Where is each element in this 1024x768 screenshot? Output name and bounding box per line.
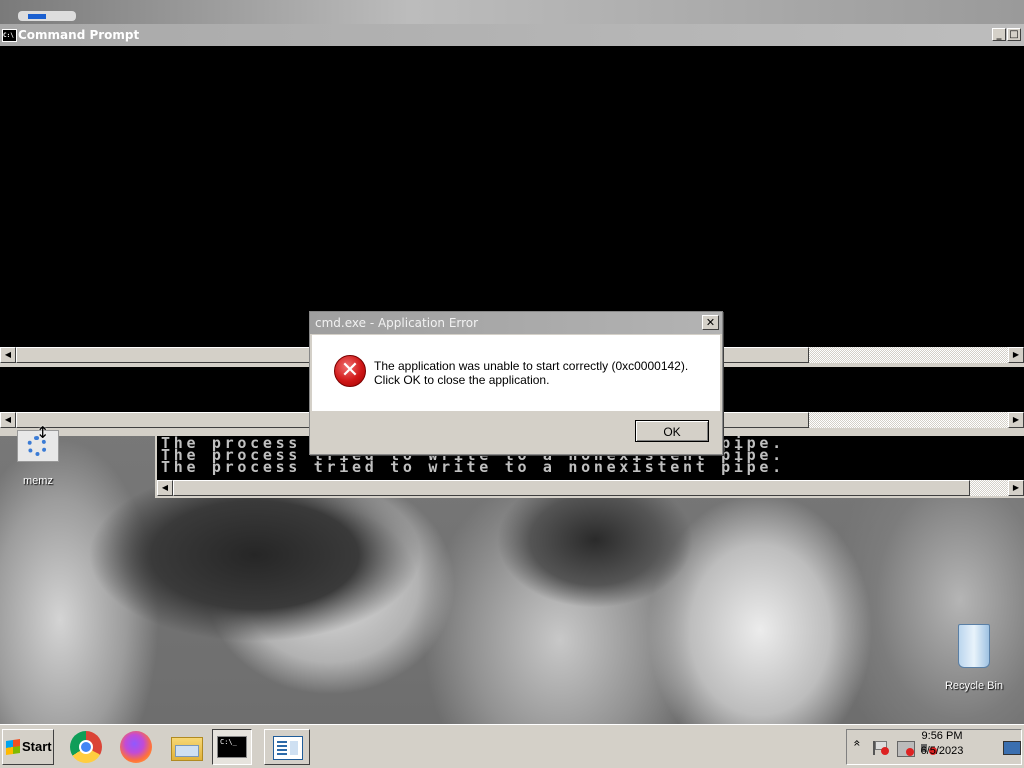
firefox-icon[interactable] [116, 729, 156, 765]
console-area [0, 46, 1024, 347]
marker-icon [18, 11, 76, 21]
dialog-titlebar[interactable]: cmd.exe - Application Error ✕ [310, 312, 722, 334]
maximize-button[interactable]: □ [1007, 28, 1021, 41]
horizontal-scrollbar[interactable]: ◀ [157, 480, 1022, 496]
command-prompt-icon[interactable]: C:\_ [212, 729, 252, 765]
scroll-left-button[interactable]: ◀ [0, 412, 16, 428]
recycle-bin-label: Recycle Bin [944, 680, 1004, 692]
file-explorer-icon[interactable] [166, 729, 206, 765]
clock-time: 9:56 PM [921, 730, 963, 742]
error-icon: ✕ [334, 355, 366, 387]
resize-cursor-icon: ↕ [36, 423, 50, 442]
scroll-left-button[interactable]: ◀ [157, 480, 173, 496]
scroll-right-button[interactable]: ▶ [1008, 412, 1024, 428]
dialog-close-button[interactable]: ✕ [702, 315, 719, 330]
taskbar: Start C:\_ » 9:56 PM 6/5/2023 [0, 724, 1024, 768]
cmd-window-title: Command Prompt [18, 28, 140, 42]
clock[interactable]: 9:56 PM 6/5/2023 [912, 729, 972, 759]
application-error-dialog[interactable]: cmd.exe - Application Error ✕ ✕ The appl… [309, 311, 723, 455]
memz-label: memz [23, 475, 53, 487]
dialog-body: ✕ The application was unable to start co… [312, 335, 720, 411]
clock-date: 6/5/2023 [920, 745, 964, 757]
background-window-fragment [0, 0, 1024, 24]
minimize-button[interactable]: _ [992, 28, 1006, 41]
cmd-titlebar[interactable]: C:\ Command Prompt _ □ [0, 24, 1024, 46]
cmd-window-icon: C:\ [2, 29, 17, 42]
start-label: Start [22, 739, 52, 754]
error-message: The application was unable to start corr… [374, 359, 689, 387]
show-hidden-icons-chevron[interactable]: » [850, 739, 864, 746]
scroll-thumb[interactable] [173, 480, 970, 496]
desktop-icon-recycle-bin[interactable]: Recycle Bin [939, 624, 1009, 692]
scroll-left-button[interactable]: ◀ [0, 347, 16, 363]
notepad-icon[interactable] [264, 729, 310, 765]
chrome-icon[interactable] [66, 729, 106, 765]
windows-logo-icon [6, 739, 20, 755]
console-line: The process tried to write to a nonexist… [161, 458, 785, 476]
dialog-title: cmd.exe - Application Error [315, 316, 479, 330]
show-desktop-icon[interactable] [1003, 741, 1021, 755]
recycle-bin-icon [958, 624, 990, 668]
action-center-flag-icon[interactable] [873, 741, 889, 755]
start-button[interactable]: Start [2, 729, 54, 765]
scroll-right-button[interactable]: ▶ [1008, 347, 1024, 363]
scroll-right-button[interactable]: ▶ [1008, 480, 1024, 496]
ok-button[interactable]: OK [635, 420, 709, 442]
